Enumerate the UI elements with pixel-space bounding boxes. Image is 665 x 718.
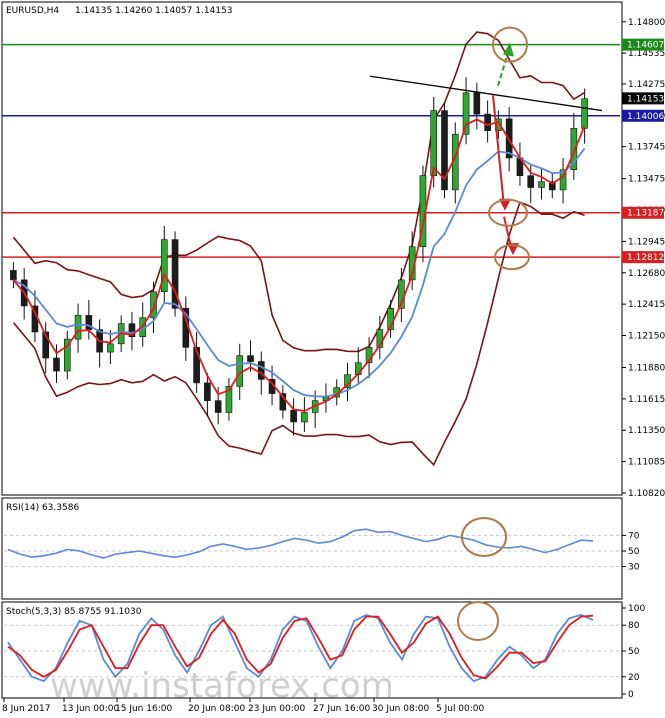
chart-title: EURUSD,H4	[6, 6, 59, 16]
indicator-tick-label: 30	[628, 563, 640, 573]
stoch-title: Stoch(5,3,3) 85.8755 91.1030	[6, 607, 142, 617]
price-tick-label: 1.12945	[628, 237, 665, 247]
candle-body	[204, 382, 211, 401]
time-tick-label: 8 Jun 2017	[2, 704, 50, 714]
price-tick-label: 1.13745	[628, 143, 665, 153]
price-tick-label: 1.12680	[628, 269, 665, 279]
candle-body	[53, 357, 60, 372]
candle-body	[462, 92, 470, 135]
price-tick-label: 1.10820	[628, 489, 665, 499]
indicator-tick-label: 80	[628, 621, 640, 631]
level-tag-label: 1.12812	[627, 253, 664, 263]
indicator-tick-label: 100	[628, 604, 645, 614]
candle-body	[257, 361, 265, 380]
price-tick-label: 1.11350	[628, 426, 665, 436]
candle-body	[538, 181, 545, 188]
ohlc-values: 1.14135 1.14260 1.14057 1.14153	[75, 6, 232, 16]
level-tag-label: 1.13187	[627, 209, 664, 219]
candle-body	[527, 175, 535, 188]
price-tick-label: 1.14275	[628, 80, 665, 90]
candle-body	[214, 400, 222, 413]
level-tag-label: 1.14006	[627, 112, 664, 122]
candle-body	[107, 343, 114, 353]
candle-body	[247, 355, 254, 362]
indicator-tick-label: 0	[628, 690, 634, 700]
candle-body	[473, 92, 481, 115]
price-tick-label: 1.14800	[628, 18, 665, 28]
price-tick-label: 1.11615	[628, 395, 665, 405]
price-tick-label: 1.13475	[628, 175, 665, 185]
price-tick-label: 1.11880	[628, 363, 665, 373]
indicator-tick-label: 20	[628, 673, 640, 683]
time-tick-label: 5 Jul 00:00	[436, 704, 485, 714]
candle-body	[10, 270, 17, 281]
level-tag-label: 1.14153	[627, 94, 664, 104]
candle-body	[290, 409, 297, 423]
watermark: www.instaforex.com	[50, 666, 394, 706]
candle-body	[301, 412, 308, 423]
candle-body	[74, 315, 82, 340]
candle-body	[581, 98, 588, 129]
chart: 1.148001.145351.142751.140101.137451.134…	[1, 1, 665, 714]
indicator-tick-label: 50	[628, 547, 640, 557]
price-tick-label: 1.12150	[628, 332, 665, 342]
indicator-tick-label: 50	[628, 647, 640, 657]
rsi-title: RSI(14) 63.3586	[6, 503, 79, 513]
level-tag-label: 1.14607	[627, 41, 664, 51]
candle-body	[484, 113, 491, 131]
price-tick-label: 1.12415	[628, 300, 665, 310]
price-tick-label: 1.14535	[628, 49, 665, 59]
price-tick-label: 1.11085	[628, 458, 665, 468]
candle-body	[430, 110, 438, 176]
indicator-tick-label: 70	[628, 531, 640, 541]
